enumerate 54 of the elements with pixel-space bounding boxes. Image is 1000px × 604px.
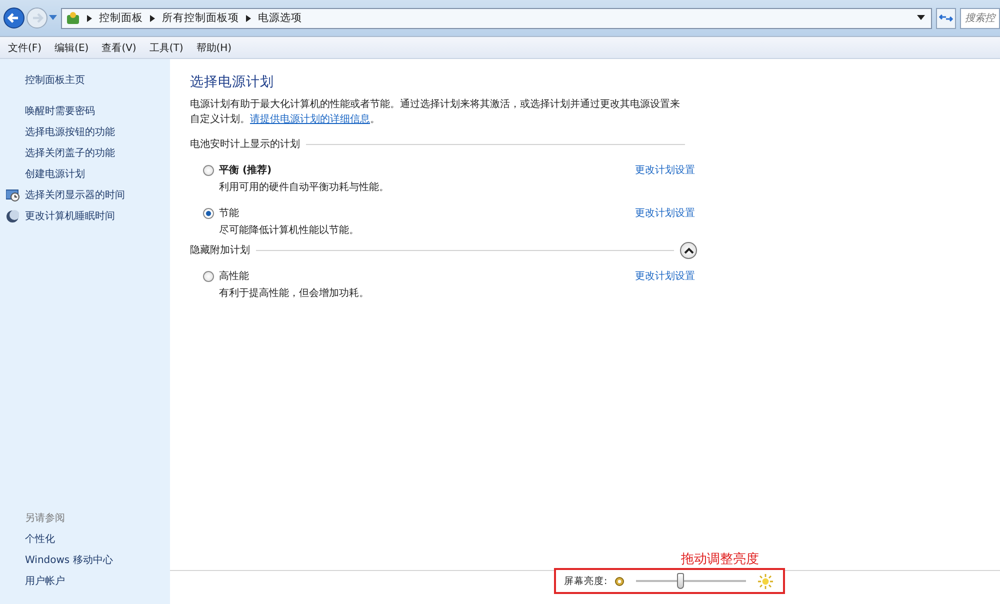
back-button[interactable] [3, 7, 25, 29]
chevron-icon[interactable] [246, 14, 251, 22]
brightness-label: 屏幕亮度: [564, 574, 608, 588]
breadcrumb-item[interactable]: 电源选项 [258, 11, 302, 25]
moon-icon [6, 210, 19, 223]
dim-sun-icon [615, 576, 624, 586]
sidebar-link[interactable]: 选择关闭显示器的时间 [25, 185, 125, 206]
dropdown-arrow-icon[interactable] [917, 15, 925, 21]
slider-thumb[interactable] [677, 573, 684, 589]
menu-item[interactable]: 查看(V) [102, 40, 150, 54]
menu-item[interactable]: 工具(T) [149, 40, 196, 54]
refresh-icon [939, 12, 953, 24]
refresh-button[interactable] [936, 8, 956, 28]
plan-description: 有利于提高性能，但会增加功耗。 [218, 286, 369, 300]
address-field[interactable]: 控制面板 所有控制面板项 电源选项 [61, 8, 932, 28]
sidebar-link[interactable]: 个性化 [0, 529, 170, 550]
description-text: 电源计划有助于最大化计算机的性能或者节能。通过选择计划来将其激活，或选择计划并通过更改其电源设置来自定义计划。请提供电源计划的详细信息。 [190, 98, 681, 127]
change-settings-link[interactable]: 更改计划设置 [635, 206, 695, 243]
sidebar-link[interactable]: 选择关闭盖子的功能 [25, 143, 115, 164]
collapse-button[interactable] [680, 242, 697, 258]
radio-button[interactable] [203, 164, 214, 176]
sidebar-link[interactable]: 选择电源按钮的功能 [25, 122, 115, 143]
menu-item[interactable]: 帮助(H) [196, 40, 245, 54]
radio-button[interactable] [203, 270, 214, 282]
breadcrumb-item[interactable]: 控制面板 [99, 11, 143, 25]
menu-item[interactable]: 文件(F) [8, 40, 55, 54]
sidebar-link[interactable]: 创建电源计划 [25, 164, 85, 185]
details-link[interactable]: 请提供电源计划的详细信息 [250, 114, 370, 125]
chevron-icon[interactable] [87, 14, 92, 22]
sidebar-link[interactable]: 用户帐户 [0, 571, 170, 592]
group-heading: 隐藏附加计划 [190, 244, 250, 257]
plan-description: 尽可能降低计算机性能以节能。 [218, 224, 359, 237]
page-title: 选择电源计划 [190, 73, 275, 91]
annotation-text: 拖动调整亮度 [681, 551, 760, 568]
change-settings-link[interactable]: 更改计划设置 [635, 269, 695, 306]
chevron-icon[interactable] [150, 14, 155, 22]
sidebar-link[interactable]: 控制面板主页 [0, 70, 170, 91]
breadcrumb-item[interactable]: 所有控制面板项 [162, 11, 239, 25]
bright-sun-icon [758, 574, 774, 588]
plan-description: 利用可用的硬件自动平衡功耗与性能。 [218, 180, 389, 194]
sidebar-link[interactable]: Windows 移动中心 [0, 550, 170, 571]
change-settings-link[interactable]: 更改计划设置 [635, 163, 695, 200]
sidebar-link[interactable]: 唤醒时需要密码 [25, 101, 95, 122]
plan-name[interactable]: 节能 [219, 206, 239, 220]
chevron-icon [684, 246, 694, 254]
group-heading: 电池安时计上显示的计划 [190, 138, 300, 151]
search-field[interactable]: 搜索控 [960, 8, 1000, 28]
sidebar-link[interactable]: 更改计算机睡眠时间 [25, 206, 115, 227]
radio-button[interactable] [203, 208, 214, 218]
plan-name[interactable]: 高性能 [219, 269, 249, 283]
monitor-clock-icon [6, 189, 20, 202]
section-heading: 另请参阅 [24, 512, 66, 526]
plan-name[interactable]: 平衡 (推荐) [219, 163, 272, 177]
menu-item[interactable]: 编辑(E) [54, 40, 102, 54]
